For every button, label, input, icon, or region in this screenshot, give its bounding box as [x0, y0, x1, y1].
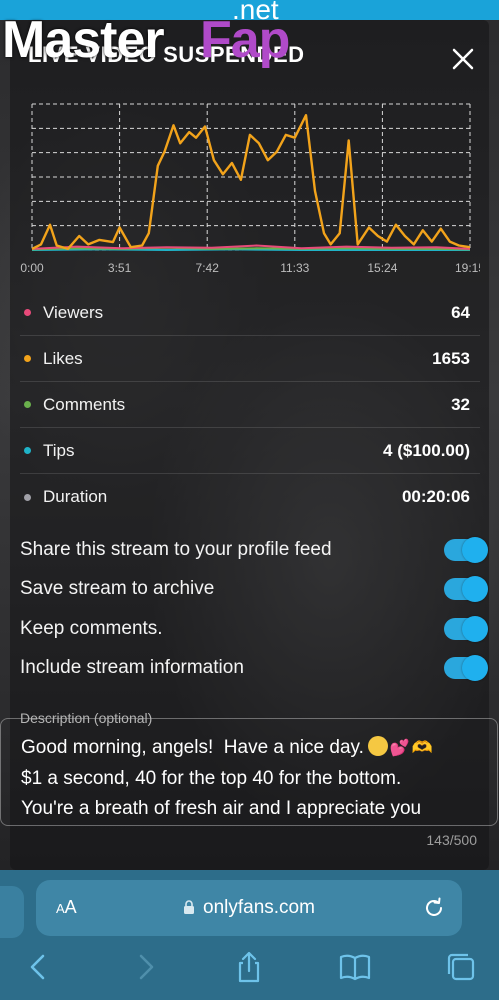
toggle-label: Include stream information	[20, 657, 244, 679]
x-tick-label: 15:24	[367, 261, 397, 275]
save-archive-toggle[interactable]	[444, 576, 488, 603]
x-tick-label: 0:00	[20, 261, 44, 275]
bookmarks-icon[interactable]	[338, 950, 372, 984]
description-textarea[interactable]: Good morning, angels! Have a nice day. 💕 🫶…	[0, 718, 498, 826]
stream-activity-chart: 0:00 3:51 7:42 11:33 15:24 19:15	[20, 100, 480, 280]
stat-value: 1653	[432, 348, 470, 368]
tips-dot-icon	[24, 447, 31, 454]
browser-nav-bar	[0, 950, 499, 990]
keep-comments-toggle[interactable]	[444, 615, 488, 642]
tabs-icon[interactable]	[444, 950, 478, 984]
stats-list: Viewers 64 Likes 1653 Comments 32 Tips 4…	[20, 290, 480, 520]
stat-value: 4 ($100.00)	[383, 440, 470, 460]
stat-row-tips: Tips 4 ($100.00)	[20, 428, 480, 474]
character-counter: 143/500	[426, 832, 477, 848]
stat-label: Viewers	[43, 302, 104, 322]
hearts-emoji-icon: 💕	[389, 740, 410, 757]
watermark-part3: .net	[232, 0, 279, 25]
stat-value: 32	[451, 394, 470, 414]
watermark-logo: Master Fap .net	[0, 0, 310, 72]
likes-dot-icon	[24, 355, 31, 362]
back-icon[interactable]	[22, 950, 56, 984]
chart-svg: 0:00 3:51 7:42 11:33 15:24 19:15	[20, 103, 480, 275]
toggle-label: Share this stream to your profile feed	[20, 538, 332, 560]
stat-label: Likes	[43, 348, 83, 368]
include-info-toggle[interactable]	[444, 655, 488, 682]
share-icon[interactable]	[232, 950, 266, 984]
options-list: Share this stream to your profile feed S…	[20, 530, 488, 689]
description-line-1: Good morning, angels! Have a nice day.	[21, 737, 364, 758]
description-line-3: You're a breath of fresh air and I appre…	[21, 798, 422, 819]
toggle-row-archive: Save stream to archive	[20, 570, 488, 610]
toggle-row-comments: Keep comments.	[20, 609, 488, 649]
url-text: onlyfans.com	[203, 897, 315, 918]
watermark-part1: Master	[2, 11, 165, 69]
stat-value: 64	[451, 302, 470, 322]
description-line-2: $1 a second, 40 for the top 40 for the b…	[21, 768, 402, 789]
series-line-0	[31, 113, 471, 251]
stat-label: Duration	[43, 487, 108, 506]
description-text: Good morning, angels! Have a nice day. 💕 🫶…	[21, 733, 481, 824]
stat-row-comments: Comments 32	[20, 382, 480, 428]
toggle-row-share: Share this stream to your profile feed	[20, 530, 488, 570]
reload-icon[interactable]	[422, 896, 446, 920]
stat-value: 00:20:06	[401, 487, 470, 506]
home-indicator-area	[0, 990, 499, 1000]
grin-emoji-icon	[367, 736, 388, 756]
forward-icon[interactable]	[128, 950, 162, 984]
stat-row-likes: Likes 1653	[20, 336, 480, 382]
previous-tab-stub[interactable]	[0, 886, 24, 938]
toggle-label: Save stream to archive	[20, 578, 215, 600]
toggle-knob	[462, 615, 488, 642]
close-icon[interactable]	[450, 46, 476, 72]
toggle-row-info: Include stream information	[20, 649, 488, 689]
heart-hands-emoji-icon: 🫶	[411, 738, 433, 757]
comments-dot-icon	[24, 401, 31, 408]
description-label: Description (optional)	[20, 710, 153, 726]
url-display[interactable]: onlyfans.com	[36, 897, 462, 919]
viewers-dot-icon	[24, 309, 31, 316]
toggle-knob	[462, 536, 488, 563]
address-bar[interactable]: AA onlyfans.com	[36, 880, 462, 936]
lock-icon	[184, 900, 195, 914]
stat-row-viewers: Viewers 64	[20, 290, 480, 336]
x-tick-label: 3:51	[108, 261, 132, 275]
x-tick-label: 7:42	[196, 261, 220, 275]
x-tick-label: 19:15	[455, 261, 480, 275]
stat-row-duration: Duration 00:20:06	[20, 474, 480, 520]
toggle-knob	[462, 655, 488, 682]
x-tick-label: 11:33	[280, 261, 309, 275]
duration-dot-icon	[24, 493, 31, 501]
stat-label: Comments	[43, 394, 126, 414]
stat-label: Tips	[43, 440, 75, 460]
toggle-knob	[462, 576, 488, 603]
browser-toolbar: AA onlyfans.com	[0, 870, 499, 1000]
toggle-label: Keep comments.	[20, 617, 163, 639]
share-to-feed-toggle[interactable]	[444, 536, 488, 563]
